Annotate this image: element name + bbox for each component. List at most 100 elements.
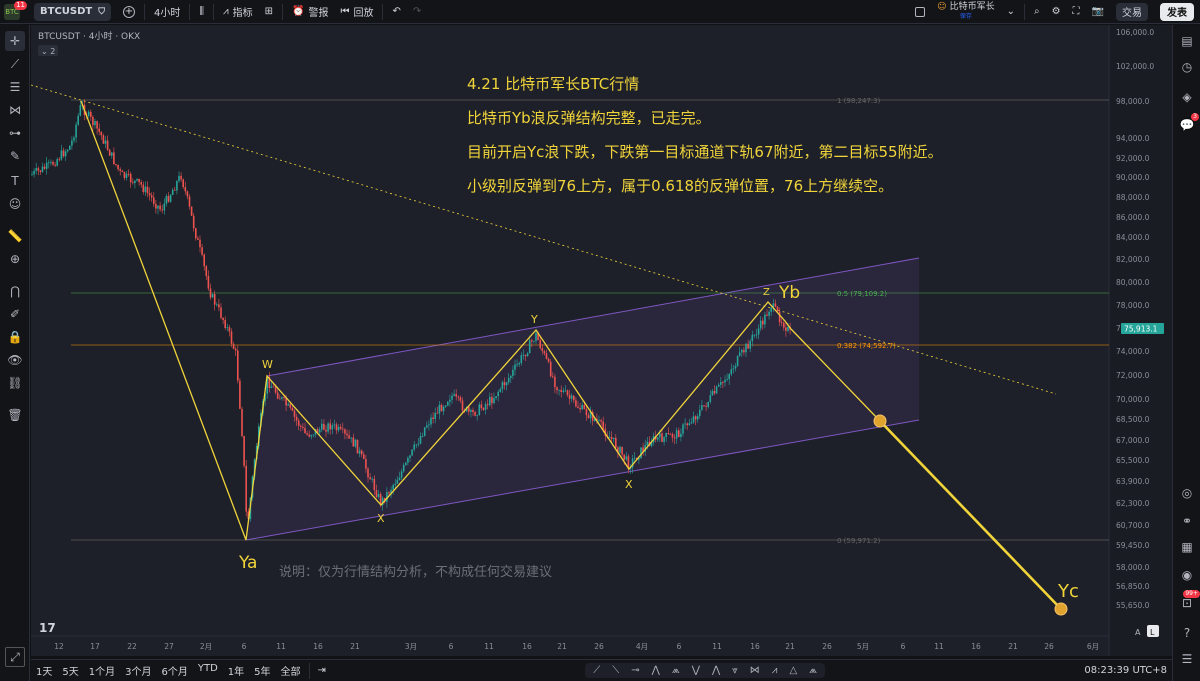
chat-icon[interactable]: 💬 3 <box>1177 113 1199 135</box>
podcast-icon[interactable]: ◉ <box>1177 565 1197 585</box>
triangle-icon[interactable]: △ <box>789 665 797 676</box>
pattern-wave-icon[interactable]: ⩘ <box>772 665 778 676</box>
replay-button[interactable]: ⏮ 回放 <box>334 0 379 24</box>
candle-body <box>90 111 92 117</box>
crosshair-icon[interactable]: ✛ <box>5 31 25 51</box>
time-axis-label: 26 <box>594 642 604 651</box>
target-2-marker[interactable] <box>1054 602 1068 616</box>
layout-name: 比特币军长 <box>949 1 995 12</box>
link-icon[interactable]: ⛓ <box>5 373 25 393</box>
trash-icon[interactable]: 🗑 <box>5 405 25 425</box>
range-button[interactable]: 1个月 <box>84 663 120 678</box>
layout-checkbox[interactable] <box>909 0 931 24</box>
settings-button[interactable]: ⚙ <box>1046 0 1067 24</box>
pattern-icon[interactable]: ⋈ <box>5 100 25 120</box>
candle-body <box>155 203 157 209</box>
wave-abcde-icon[interactable]: ⩔ <box>732 665 738 676</box>
ideas-icon[interactable]: ⚭ <box>1177 511 1197 531</box>
help-icon[interactable]: ? <box>1177 623 1197 643</box>
candle-body <box>106 140 109 150</box>
range-button[interactable]: 5天 <box>57 663 83 678</box>
wave-12345-icon[interactable]: ⩕ <box>672 665 680 676</box>
fib-label-0: 0 (59,971.2) <box>837 537 881 545</box>
price-axis-label: 60,700.0 <box>1116 521 1150 530</box>
candle-body <box>717 384 720 387</box>
screenshot-button[interactable]: 📷 <box>1086 0 1110 24</box>
lock-pencil-icon[interactable]: ✐ <box>5 304 25 324</box>
wave-wxyxz-icon[interactable]: ⋀ <box>712 665 720 676</box>
range-button[interactable]: YTD <box>193 663 223 678</box>
emoji-icon[interactable]: ☺ <box>5 194 25 214</box>
chart-type-button[interactable]: ⫼ <box>193 0 210 24</box>
chart-canvas[interactable]: 1 (98,247.3) 0.5 (79,109.2) 0.382 (74,59… <box>30 25 1172 656</box>
alert-button[interactable]: ⏰ 警报 <box>286 0 334 24</box>
fullscreen-button[interactable]: ⛶ <box>1067 0 1086 24</box>
wave-wxy-icon[interactable]: ⋁ <box>692 665 700 676</box>
fib-icon[interactable]: ☰ <box>5 77 25 97</box>
xabcd-icon[interactable]: ⋈ <box>750 665 760 676</box>
text-icon[interactable]: T <box>5 171 25 191</box>
price-axis-label: 70,000.0 <box>1116 395 1150 404</box>
time-axis-label: 6月 <box>1087 642 1099 651</box>
forecast-icon[interactable]: ⊶ <box>5 123 25 143</box>
indicators-button[interactable]: ⩘ 指标 <box>217 0 259 24</box>
range-button[interactable]: 1年 <box>223 663 249 678</box>
goto-date-button[interactable]: ⇥ <box>313 665 331 676</box>
layout-name-button[interactable]: ☺ 比特币军长 保存 <box>931 0 1000 24</box>
range-button[interactable]: 6个月 <box>157 663 193 678</box>
range-button[interactable]: 3个月 <box>120 663 156 678</box>
alerts-clock-icon[interactable]: ◷ <box>1177 57 1197 77</box>
logo-avatar[interactable]: BTC 11 <box>0 0 28 24</box>
separator <box>189 3 191 20</box>
eye-icon[interactable]: 👁 <box>5 350 25 370</box>
brush-icon[interactable]: ✎ <box>5 146 25 166</box>
range-button[interactable]: 全部 <box>276 663 306 678</box>
publish-label: 发表 <box>1160 2 1194 21</box>
chart-pane[interactable]: 1 (98,247.3) 0.5 (79,109.2) 0.382 (74,59… <box>30 25 1172 656</box>
candle-body <box>297 420 300 426</box>
trendline-icon[interactable]: ⟋ <box>5 54 25 74</box>
candle-body <box>344 429 346 434</box>
bell-icon[interactable]: ⊡ 99+ <box>1177 590 1200 613</box>
symbol-search[interactable]: BTCUSDT ⛉ <box>28 0 117 24</box>
range-button[interactable]: 5年 <box>249 663 275 678</box>
candle-body <box>100 131 103 136</box>
redo-button[interactable]: ↷ <box>407 0 427 24</box>
target-icon[interactable]: ◎ <box>1177 483 1197 503</box>
lock-icon[interactable]: 🔒 <box>5 327 25 347</box>
candle-body <box>117 164 119 170</box>
trade-button[interactable]: 交易 <box>1110 0 1154 24</box>
layout-dropdown[interactable]: ⌄ <box>1001 0 1021 24</box>
add-symbol-button[interactable]: + <box>117 0 141 24</box>
object-tree-icon[interactable]: ⤢ <box>5 647 25 667</box>
magnet-icon[interactable]: ⋂ <box>5 281 25 301</box>
calendar-icon[interactable]: ▦ <box>1177 537 1197 557</box>
candle-body <box>216 304 218 306</box>
calendar-goto-icon: ⇥ <box>317 665 326 676</box>
templates-button[interactable]: ⊞ <box>259 0 279 24</box>
candle-body <box>461 400 464 411</box>
quick-search-button[interactable]: ⌕ <box>1028 0 1046 24</box>
interval-button[interactable]: 4小时 <box>148 0 186 24</box>
candle-body <box>415 444 418 446</box>
menu-icon[interactable]: ☰ <box>1177 649 1197 669</box>
wave-abc-icon[interactable]: ⋀ <box>652 665 660 676</box>
undo-button[interactable]: ↶ <box>386 0 406 24</box>
candle-body <box>751 334 754 341</box>
range-button[interactable]: 1天 <box>31 663 57 678</box>
layers-icon[interactable]: ◈ <box>1177 87 1197 107</box>
publish-button[interactable]: 发表 <box>1154 0 1200 24</box>
three-drives-icon[interactable]: ⩕ <box>809 665 817 676</box>
separator <box>1023 3 1025 20</box>
price-axis-label: 72,000.0 <box>1116 371 1150 380</box>
clock-label[interactable]: 08:23:39 UTC+8 <box>1079 665 1172 676</box>
ruler-icon[interactable]: 📏 <box>5 226 25 246</box>
hline-tool-icon[interactable]: ⊸ <box>631 665 639 676</box>
target-1-marker[interactable] <box>873 414 887 428</box>
candle-body <box>684 423 686 425</box>
watchlist-icon[interactable]: ▤ <box>1177 31 1197 51</box>
zoom-in-icon[interactable]: ⊕ <box>5 249 25 269</box>
line-tool-icon[interactable]: ⟋ <box>593 665 600 676</box>
ray-tool-icon[interactable]: ⟍ <box>612 665 619 676</box>
price-axis-label: 106,000.0 <box>1116 28 1154 37</box>
